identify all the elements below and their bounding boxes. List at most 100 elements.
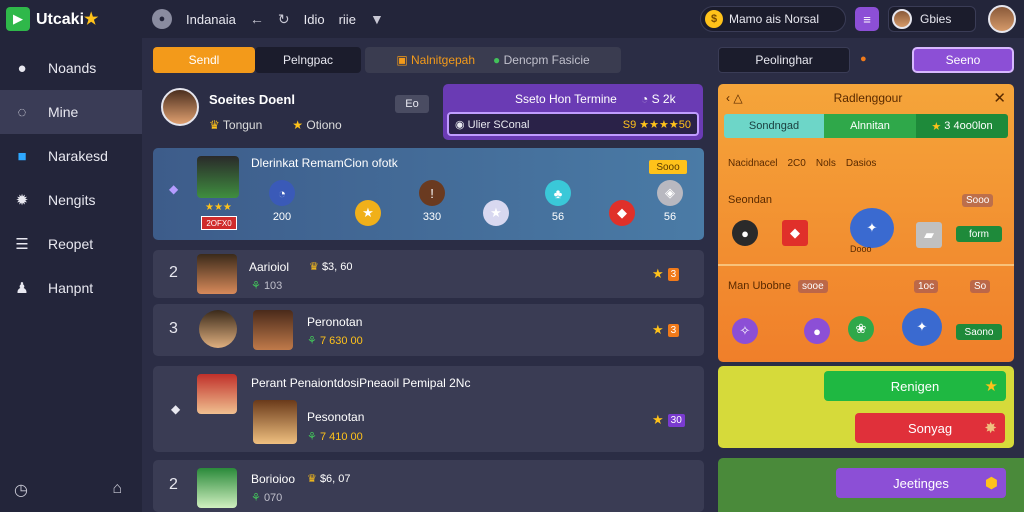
row-sub: ⚘ 7 630 00	[307, 335, 363, 347]
gem-icon[interactable]: ◆	[782, 220, 808, 246]
row-rank: 2	[169, 476, 178, 493]
rabbit-icon[interactable]: ♣	[545, 180, 571, 206]
home-icon[interactable]: ⌂	[112, 480, 122, 500]
avatar	[197, 374, 237, 414]
search-icon: ◌	[17, 103, 27, 121]
sidebar-item-1[interactable]: ◌ Mine	[0, 90, 142, 134]
table-row[interactable]: 2 Aarioiol ♛ $3, 60 ⚘ 103 ★ 3	[153, 250, 704, 298]
treasure-icon[interactable]: ✦	[850, 208, 894, 248]
top-nav-item-1[interactable]: Idio	[304, 12, 325, 27]
tournament-row[interactable]: ◉ Ulier SConal S9 ★★★★50	[447, 112, 699, 136]
row-title: Perant PenaiontdosiPneaoil Pemipal 2Nc	[251, 376, 471, 390]
avatar	[197, 468, 237, 508]
history-icon[interactable]: ◷	[14, 480, 28, 500]
clock-icon: ◔	[641, 92, 649, 106]
diamond-icon: ◆	[169, 182, 179, 196]
avatar	[253, 400, 297, 444]
shield-icon: ⬢	[984, 475, 998, 492]
user-icon[interactable]: ●	[152, 9, 172, 29]
shop-tab-a[interactable]: Sondngad	[724, 114, 824, 138]
shop-tab-c[interactable]: ★ 3 4oo0lon	[916, 114, 1008, 138]
table-row[interactable]: 3 Peronotan ⚘ 7 630 00 ★ 3	[153, 304, 704, 356]
menu-button[interactable]: ≡	[855, 7, 879, 31]
row-name: Pesonotan	[307, 410, 365, 424]
row-name: Borioioo	[251, 472, 296, 486]
sonyag-button[interactable]: Sonyag ✸	[855, 413, 1005, 443]
shop-price-4[interactable]: So	[970, 280, 991, 293]
gem-icon[interactable]: ▰	[916, 222, 942, 248]
coin-balance[interactable]: $ Mamo ais Norsal	[700, 6, 846, 32]
tab-pelngpac[interactable]: Pelngpac	[255, 47, 361, 73]
shop-line: Nacidnacel 2C0 Nols Dasios	[728, 158, 877, 169]
header-sub-1: ♛ Tongun	[209, 118, 263, 132]
shop-green-2[interactable]: Saono	[956, 324, 1002, 340]
pin-icon: ●	[17, 59, 27, 77]
table-row[interactable]: 2 Borioioo ♛ $6, 07 ⚘ 070	[153, 460, 704, 512]
avatar	[199, 310, 237, 348]
shirt-icon[interactable]: ▼	[370, 11, 384, 27]
row-rank: 3	[169, 320, 178, 337]
table-row[interactable]: ◆ Perant PenaiontdosiPneaoil Pemipal 2Nc…	[153, 366, 704, 452]
clock-icon[interactable]: ◔	[269, 180, 295, 206]
gem-label: 330	[422, 211, 442, 223]
shop-section-1: Seondan	[728, 194, 773, 206]
shop-tab-b[interactable]: Alnnitan	[824, 114, 916, 138]
shield-icon: ✸	[984, 420, 997, 437]
shop-price-2[interactable]: sooe	[798, 280, 828, 293]
sidebar-item-0[interactable]: ● Noands	[0, 46, 142, 90]
row-rank: 2	[169, 264, 178, 281]
app-logo[interactable]: ▶ Utcaki★	[0, 7, 142, 31]
seeno-button[interactable]: Seeno	[912, 47, 1014, 73]
sidebar-item-2[interactable]: ■ Narakesd	[0, 134, 142, 178]
tab-filter-a: ▣ Nalnitgepah	[396, 53, 476, 67]
play-icon: ▶	[6, 7, 30, 31]
divider	[718, 264, 1014, 266]
gem-icon[interactable]: ✧	[732, 318, 758, 344]
sidebar-item-4[interactable]: ☰ Reopet	[0, 222, 142, 266]
close-icon[interactable]: ✕	[993, 89, 1006, 107]
settings-icon: ◉	[455, 118, 465, 131]
featured-badge: 2OFX0	[201, 216, 237, 230]
shop-price-3[interactable]: 1oc	[914, 280, 939, 293]
header-card: Soeites Doenl Eo ♛ Tongun ★ Otiono	[153, 84, 433, 136]
treasure-icon[interactable]: ✦	[902, 308, 942, 346]
gem-icon[interactable]: ●	[804, 318, 830, 344]
profile-avatar[interactable]	[988, 5, 1016, 33]
star-icon[interactable]: ★	[483, 200, 509, 226]
shop-section-2: Man Ubobne	[728, 280, 791, 292]
avatar	[197, 254, 237, 294]
refresh-icon[interactable]: ↻	[278, 11, 290, 28]
gem-icon[interactable]: ❀	[848, 316, 874, 342]
gem-icon[interactable]: ●	[732, 220, 758, 246]
main-tabs: Sendl Pelngpac ▣ Nalnitgepah ● Dencpm Fa…	[153, 47, 621, 73]
gem-icon[interactable]: ◆	[609, 200, 635, 226]
info-icon[interactable]: !	[419, 180, 445, 206]
shield-icon[interactable]: ◈	[657, 180, 683, 206]
header-tag: Eo	[395, 95, 429, 113]
tab-sendl[interactable]: Sendl	[153, 47, 255, 73]
notification-icon[interactable]: ●	[860, 53, 867, 65]
tab-filters[interactable]: ▣ Nalnitgepah ● Dencpm Fasicie	[365, 47, 621, 73]
featured-row[interactable]: ◆ ★★★ 2OFX0 Dlerinkat RemamCion ofotk So…	[153, 148, 704, 240]
gem-label: 56	[663, 211, 677, 223]
shop-green-1[interactable]: form	[956, 226, 1002, 242]
renigen-button[interactable]: Renigen ★	[824, 371, 1006, 401]
star-icon[interactable]: ★	[355, 200, 381, 226]
row-sub: ⚘ 103	[251, 280, 283, 292]
header-sub-2: ★ Otiono	[292, 118, 342, 132]
top-nav-title: Indanaia	[186, 11, 236, 27]
shop-nav[interactable]: ‹ △	[726, 91, 743, 105]
diamond-icon: ◆	[171, 402, 181, 416]
tab-peolinghar[interactable]: Peolinghar	[718, 47, 850, 73]
sidebar-item-3[interactable]: ✹ Nengits	[0, 178, 142, 222]
sidebar-item-5[interactable]: ♟ Hanpnt	[0, 266, 142, 310]
back-arrow-icon[interactable]: ←	[250, 11, 264, 27]
crown-icon: ♛	[209, 118, 220, 132]
row-badge: ★ 30	[652, 412, 690, 428]
jeetinges-button[interactable]: Jeetinges ⬢	[836, 468, 1006, 498]
user-pill[interactable]: Gbies	[888, 6, 976, 32]
row-name: Peronotan	[307, 315, 363, 329]
gear-icon: ✹	[15, 192, 29, 209]
top-nav-item-2[interactable]: riie	[339, 12, 356, 27]
shop-price-1[interactable]: Sooo	[962, 194, 994, 207]
